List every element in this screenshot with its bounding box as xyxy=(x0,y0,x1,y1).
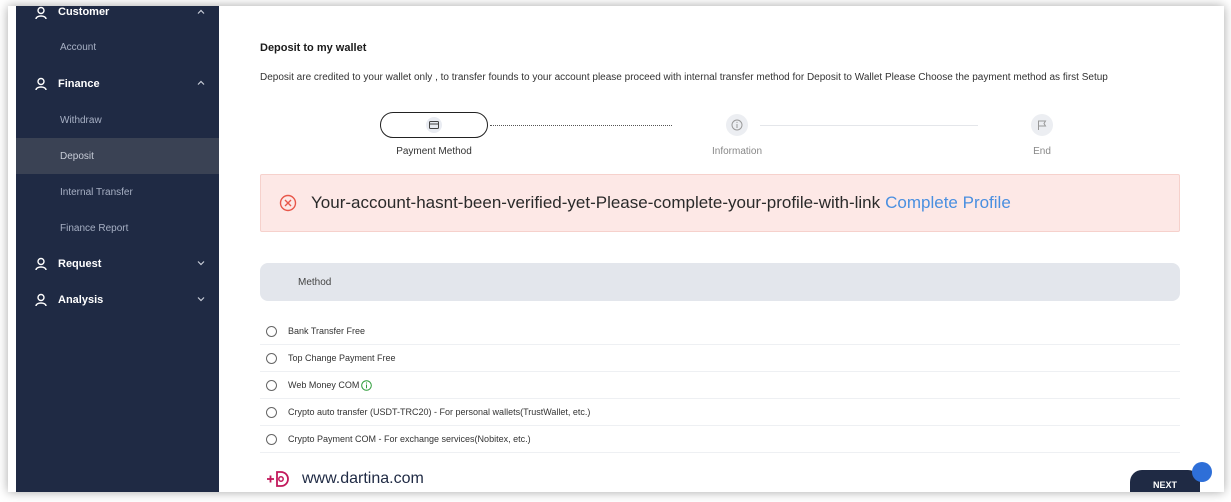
sidebar-item-label: Deposit xyxy=(60,150,94,162)
credit-card-icon xyxy=(426,117,442,133)
step-label: Information xyxy=(711,146,763,157)
user-icon xyxy=(35,6,47,20)
option-label: Web Money COM xyxy=(288,380,360,390)
sidebar: Customer Account Finance Withdraw Deposi… xyxy=(16,6,219,492)
step-connector xyxy=(760,125,978,126)
sidebar-item-label: Withdraw xyxy=(60,114,102,126)
chevron-up-icon xyxy=(197,9,205,14)
radio-button[interactable] xyxy=(266,406,277,418)
sidebar-group-request[interactable]: Request xyxy=(16,246,219,282)
chevron-down-icon xyxy=(197,297,205,302)
complete-profile-link[interactable]: Complete Profile xyxy=(885,193,1011,213)
brand-text: www.dartina.com xyxy=(302,470,424,487)
method-option-crypto-auto[interactable]: Crypto auto transfer (USDT-TRC20) - For … xyxy=(260,399,1180,426)
sidebar-item-internal-transfer[interactable]: Internal Transfer xyxy=(16,174,219,210)
user-icon xyxy=(35,293,47,307)
sidebar-group-analysis[interactable]: Analysis xyxy=(16,282,219,318)
sidebar-item-withdraw[interactable]: Withdraw xyxy=(16,102,219,138)
alert-message: Your-account-hasnt-been-verified-yet-Ple… xyxy=(311,193,881,212)
method-option-bank-transfer[interactable]: Bank Transfer Free xyxy=(260,318,1180,345)
method-header: Method xyxy=(260,263,1180,301)
error-circle-icon xyxy=(279,194,297,212)
step-label: Payment Method xyxy=(396,146,472,157)
verification-alert: Your-account-hasnt-been-verified-yet-Ple… xyxy=(260,174,1180,232)
option-label: Crypto Payment COM - For exchange servic… xyxy=(288,434,531,444)
method-options: Bank Transfer Free Top Change Payment Fr… xyxy=(260,318,1180,453)
stepper: Payment Method Information End xyxy=(260,110,1220,160)
app-window: Customer Account Finance Withdraw Deposi… xyxy=(8,6,1224,492)
sidebar-item-finance-report[interactable]: Finance Report xyxy=(16,210,219,246)
main-content: Deposit to my wallet Deposit are credite… xyxy=(260,6,1224,492)
step-connector xyxy=(490,125,672,126)
sidebar-group-label: Analysis xyxy=(58,294,104,306)
page-description: Deposit are credited to your wallet only… xyxy=(260,72,1108,83)
user-icon xyxy=(35,257,47,271)
chevron-up-icon xyxy=(197,80,205,85)
sidebar-item-account[interactable]: Account xyxy=(16,28,219,66)
radio-button[interactable] xyxy=(266,433,277,445)
info-icon[interactable] xyxy=(361,379,373,391)
blue-corner-accent xyxy=(1192,462,1212,482)
step-end[interactable] xyxy=(1031,114,1053,136)
flag-icon xyxy=(1038,120,1047,130)
sidebar-item-deposit[interactable]: Deposit xyxy=(16,138,219,174)
page-title: Deposit to my wallet xyxy=(260,42,367,54)
sidebar-group-label: Finance xyxy=(58,78,100,90)
step-label: End xyxy=(1033,146,1051,157)
sidebar-group-label: Request xyxy=(58,258,102,270)
radio-button[interactable] xyxy=(266,379,277,391)
chevron-down-icon xyxy=(197,261,205,266)
sidebar-group-label: Customer xyxy=(58,6,110,18)
radio-button[interactable] xyxy=(266,352,277,364)
radio-button[interactable] xyxy=(266,325,277,337)
step-information[interactable] xyxy=(726,114,748,136)
next-button[interactable]: NEXT xyxy=(1130,470,1200,492)
sidebar-group-customer[interactable]: Customer xyxy=(16,6,219,28)
dartina-logo-icon xyxy=(267,471,289,487)
option-label: Bank Transfer Free xyxy=(288,326,366,336)
option-label: Top Change Payment Free xyxy=(288,353,396,363)
step-payment-method[interactable] xyxy=(380,112,488,138)
sidebar-item-label: Finance Report xyxy=(60,222,129,234)
user-icon xyxy=(35,77,47,91)
sidebar-item-label: Account xyxy=(60,41,97,53)
info-icon xyxy=(731,119,743,131)
method-option-top-change[interactable]: Top Change Payment Free xyxy=(260,345,1180,372)
footer-brand: www.dartina.com xyxy=(266,470,424,488)
option-label: Crypto auto transfer (USDT-TRC20) - For … xyxy=(288,407,591,417)
sidebar-item-label: Internal Transfer xyxy=(60,186,133,198)
sidebar-group-finance[interactable]: Finance xyxy=(16,66,219,102)
method-option-crypto-payment[interactable]: Crypto Payment COM - For exchange servic… xyxy=(260,426,1180,453)
method-option-web-money[interactable]: Web Money COM xyxy=(260,372,1180,399)
